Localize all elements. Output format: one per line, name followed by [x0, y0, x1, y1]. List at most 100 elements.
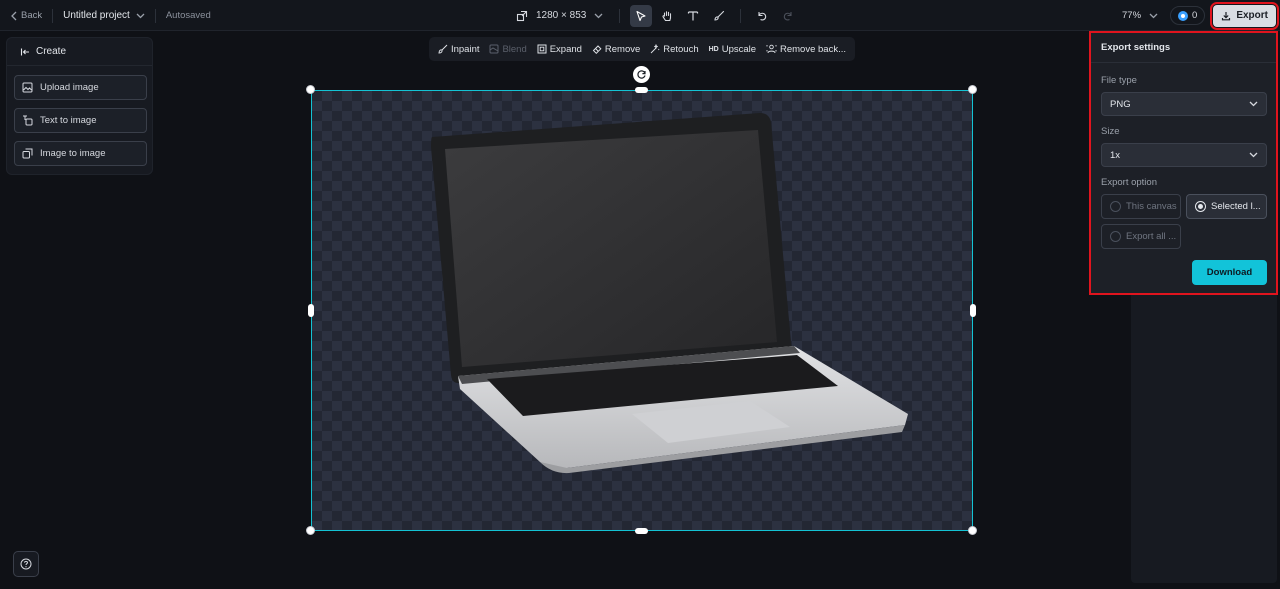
- divider: [619, 8, 621, 23]
- option-label: Selected l...: [1211, 201, 1261, 212]
- help-button[interactable]: [13, 551, 39, 577]
- brush-tool-button[interactable]: [708, 5, 730, 27]
- undo-icon: [756, 10, 768, 22]
- export-settings-panel: Export settings File type PNG Size 1x Ex…: [1089, 31, 1278, 295]
- image-to-image-button[interactable]: Image to image: [14, 141, 147, 166]
- expand-icon: [537, 44, 547, 54]
- remove-background-label: Remove back...: [779, 43, 846, 55]
- create-panel-title: Create: [36, 46, 67, 57]
- rotate-icon: [636, 69, 647, 80]
- resize-handle-top-right[interactable]: [968, 85, 977, 94]
- hd-icon: HD: [708, 45, 719, 53]
- back-button[interactable]: Back: [10, 10, 42, 21]
- redo-icon: [782, 10, 794, 22]
- text-tool-button[interactable]: [682, 5, 704, 27]
- credit-coin-icon: [1178, 10, 1189, 21]
- upload-image-button[interactable]: Upload image: [14, 75, 147, 100]
- option-label: This canvas: [1126, 201, 1177, 212]
- autosave-status: Autosaved: [165, 10, 211, 21]
- rotate-handle[interactable]: [633, 66, 650, 83]
- select-icon: [635, 10, 647, 22]
- size-label: Size: [1101, 126, 1120, 137]
- retouch-label: Retouch: [663, 43, 699, 55]
- resize-handle-top[interactable]: [635, 87, 648, 93]
- text-icon: [687, 10, 699, 22]
- canvas-size-dropdown[interactable]: 1280 × 853: [510, 10, 609, 22]
- retouch-icon: [650, 44, 660, 54]
- export-option-label: Export option: [1101, 177, 1157, 188]
- resize-handle-bottom-right[interactable]: [968, 526, 977, 535]
- layers-panel: [1131, 250, 1277, 583]
- create-panel: Create Upload image Text to image Image …: [6, 37, 153, 175]
- expand-label: Expand: [549, 43, 582, 55]
- create-panel-header[interactable]: Create: [7, 38, 152, 66]
- credits-badge[interactable]: 0: [1170, 6, 1206, 25]
- resize-handle-top-left[interactable]: [306, 85, 315, 94]
- export-option-export-all[interactable]: Export all ...: [1101, 224, 1181, 249]
- chevron-down-icon: [1249, 152, 1258, 158]
- expand-button[interactable]: Expand: [537, 44, 582, 55]
- chevron-down-icon: [1149, 13, 1158, 19]
- image-edit-toolbar: Inpaint Blend Expand Remove Retouch HD U…: [429, 37, 855, 61]
- undo-button[interactable]: [751, 5, 773, 27]
- remove-background-button[interactable]: Remove back...: [766, 44, 846, 55]
- upscale-label: Upscale: [721, 43, 757, 55]
- chevron-down-icon: [1249, 101, 1258, 107]
- size-select[interactable]: 1x: [1101, 143, 1267, 167]
- divider: [154, 8, 156, 23]
- remove-button[interactable]: Remove: [592, 44, 640, 55]
- remove-label: Remove: [604, 43, 641, 55]
- blend-button[interactable]: Blend: [489, 43, 527, 55]
- resize-handle-left[interactable]: [308, 304, 314, 317]
- help-icon: [20, 558, 32, 570]
- resize-icon: [516, 10, 528, 22]
- chevron-down-icon: [136, 13, 145, 19]
- retouch-button[interactable]: Retouch: [650, 43, 699, 55]
- inpaint-icon: [438, 44, 448, 54]
- inpaint-button[interactable]: Inpaint: [438, 44, 480, 55]
- export-label: Export: [1236, 10, 1268, 21]
- upload-image-label: Upload image: [40, 82, 99, 93]
- eraser-icon: [592, 44, 602, 54]
- canvas-artboard[interactable]: [311, 90, 973, 531]
- download-button[interactable]: Download: [1192, 260, 1267, 285]
- resize-handle-bottom-left[interactable]: [306, 526, 315, 535]
- export-settings-title: Export settings: [1091, 33, 1276, 63]
- export-option-selected-layers[interactable]: Selected l...: [1186, 194, 1267, 219]
- hand-tool-button[interactable]: [656, 5, 678, 27]
- blend-icon: [489, 44, 499, 54]
- text-to-image-button[interactable]: Text to image: [14, 108, 147, 133]
- divider: [740, 8, 742, 23]
- upscale-button[interactable]: HD Upscale: [709, 44, 756, 55]
- redo-button[interactable]: [777, 5, 799, 27]
- top-bar-center: 1280 × 853: [510, 0, 799, 31]
- image-to-image-label: Image to image: [40, 148, 106, 159]
- divider: [52, 8, 54, 23]
- zoom-value: 77%: [1122, 10, 1142, 21]
- laptop-image[interactable]: [312, 91, 974, 532]
- chevron-down-icon: [594, 13, 603, 19]
- blend-label: Blend: [502, 43, 527, 55]
- radio-icon: [1110, 231, 1121, 242]
- image-to-image-icon: [22, 148, 33, 159]
- export-option-this-canvas[interactable]: This canvas: [1101, 194, 1181, 219]
- hand-icon: [661, 10, 673, 22]
- chevron-left-icon: [10, 11, 18, 21]
- resize-handle-bottom[interactable]: [635, 528, 648, 534]
- file-type-value: PNG: [1110, 98, 1131, 110]
- project-name-dropdown[interactable]: Untitled project: [63, 10, 145, 21]
- top-bar-right: 77% 0 Export: [1122, 0, 1279, 31]
- download-icon: [1221, 11, 1231, 21]
- project-name: Untitled project: [63, 10, 130, 21]
- back-label: Back: [21, 10, 43, 21]
- resize-handle-right[interactable]: [970, 304, 976, 317]
- zoom-dropdown[interactable]: 77%: [1122, 10, 1158, 21]
- remove-background-icon: [766, 44, 777, 54]
- text-to-image-icon: [22, 115, 33, 126]
- text-to-image-label: Text to image: [40, 115, 97, 126]
- export-button[interactable]: Export: [1210, 1, 1279, 30]
- size-value: 1x: [1110, 149, 1121, 161]
- file-type-select[interactable]: PNG: [1101, 92, 1267, 116]
- select-tool-button[interactable]: [630, 4, 653, 27]
- inpaint-label: Inpaint: [450, 43, 480, 55]
